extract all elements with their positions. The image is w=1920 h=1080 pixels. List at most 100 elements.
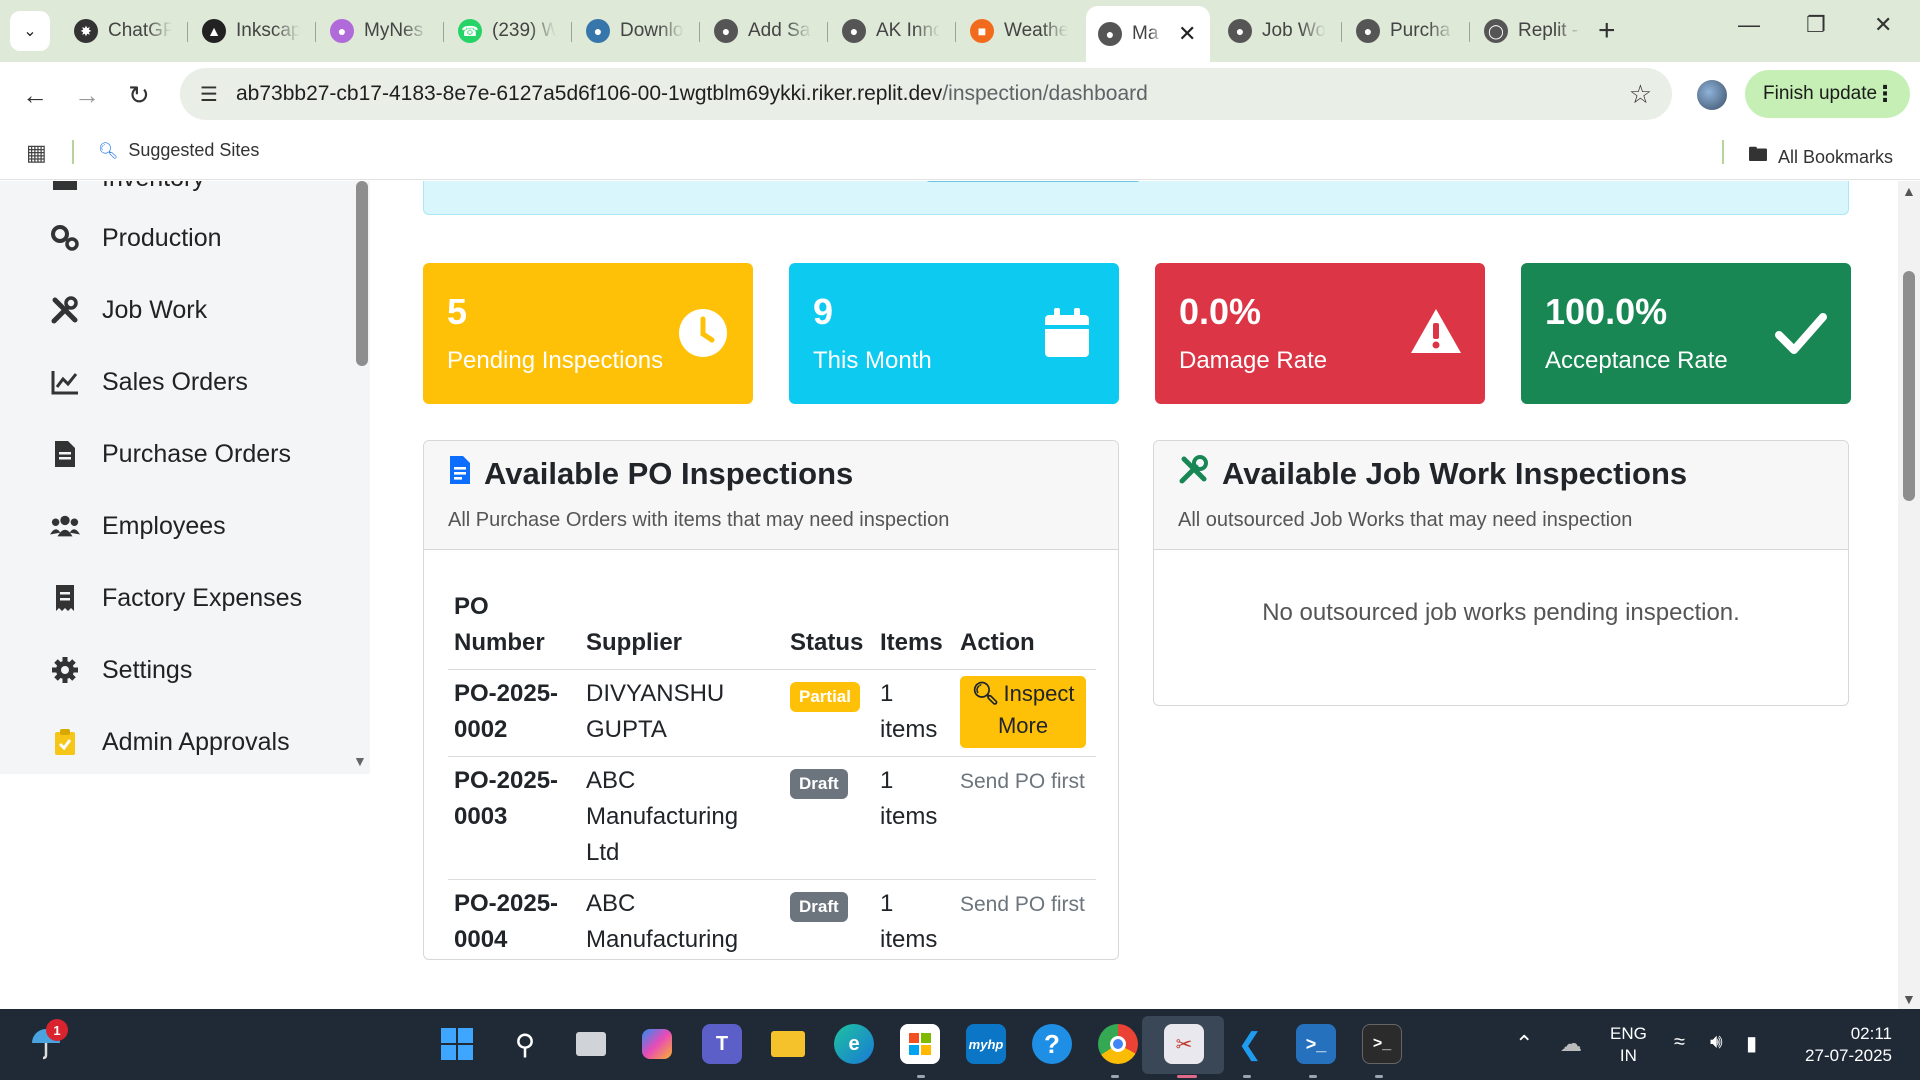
- forward-button[interactable]: →: [74, 80, 100, 111]
- sidebar-item-label: Settings: [102, 655, 193, 684]
- close-window-button[interactable]: ✕: [1874, 12, 1892, 38]
- table-row: PO-2025-0004ABC Manufacturing LtdDraft 1 …: [448, 879, 1096, 959]
- chrome-icon[interactable]: [1098, 1024, 1138, 1064]
- start-button[interactable]: [437, 1024, 477, 1064]
- globe-icon: ●: [714, 19, 738, 43]
- vscode-icon[interactable]: ❮: [1230, 1024, 1270, 1064]
- site-info-icon[interactable]: ☰: [194, 79, 224, 109]
- all-bookmarks-button[interactable]: 🖿︎ All Bookmarks: [1748, 140, 1893, 174]
- alert-action-button[interactable]: [924, 181, 1142, 182]
- new-tab-button[interactable]: +: [1598, 14, 1616, 48]
- search-icon: 🔍︎: [971, 681, 1000, 706]
- browser-tab[interactable]: ● MyNes: [318, 12, 440, 50]
- inspect-word: Inspect: [1003, 681, 1075, 706]
- tab-search-button[interactable]: ⌄: [10, 11, 50, 51]
- browser-tab[interactable]: ◯ Replit -: [1472, 12, 1594, 50]
- po-number-cell: PO-2025-0002: [448, 669, 580, 757]
- action-cell: 🔍︎ Inspect More: [954, 669, 1096, 757]
- tab-title: Add Sa: [748, 20, 811, 41]
- weather-widget[interactable]: 1: [28, 1019, 68, 1065]
- sidebar-item-settings[interactable]: Settings: [50, 655, 192, 685]
- browser-tab[interactable]: ● Ma ✕: [1086, 6, 1210, 62]
- scroll-down-arrow[interactable]: ▼: [1902, 991, 1916, 1007]
- profile-avatar[interactable]: [1697, 80, 1727, 110]
- search-icon[interactable]: ⚲: [505, 1024, 545, 1064]
- language-indicator[interactable]: ENG IN: [1610, 1023, 1647, 1067]
- more-menu-icon[interactable]: ⋮: [1874, 81, 1896, 107]
- browser-tab[interactable]: ● AK Inno: [830, 12, 952, 50]
- loading-icon: ◯: [1484, 19, 1508, 43]
- sidebar-scroll-down-arrow[interactable]: ▼: [353, 753, 367, 769]
- edge-icon[interactable]: e: [834, 1024, 874, 1064]
- sidebar-item-admin-approvals[interactable]: Admin Approvals: [50, 727, 290, 757]
- page-scrollbar[interactable]: ▲ ▼: [1898, 181, 1920, 1009]
- tab-separator: [443, 22, 444, 42]
- browser-tab[interactable]: ■ Weathe: [958, 12, 1080, 50]
- copilot-icon[interactable]: [637, 1024, 677, 1064]
- help-icon[interactable]: ?: [1032, 1024, 1072, 1064]
- tab-separator: [571, 22, 572, 42]
- browser-tab[interactable]: ☎ (239) W: [446, 12, 568, 50]
- bookmark-suggested-sites[interactable]: 🔍︎ Suggested Sites: [98, 140, 259, 161]
- teams-icon[interactable]: T: [702, 1024, 742, 1064]
- inkscape-icon: ▲: [202, 19, 226, 43]
- terminal-icon[interactable]: >_: [1362, 1024, 1402, 1064]
- action-cell: Send PO first: [954, 756, 1096, 880]
- address-bar[interactable]: ☰ ab73bb27-cb17-4183-8e7e-6127a5d6f106-0…: [180, 68, 1672, 120]
- browser-tab[interactable]: ✸ ChatGPT: [62, 12, 184, 50]
- minimize-button[interactable]: —: [1738, 12, 1760, 38]
- apps-grid-icon[interactable]: ▦: [26, 140, 47, 166]
- onedrive-icon[interactable]: ☁: [1560, 1031, 1582, 1057]
- python-icon: ●: [586, 19, 610, 43]
- myhp-icon[interactable]: myhp: [966, 1024, 1006, 1064]
- page-viewport: Inventory Production Job Work Sales Orders…: [0, 181, 1920, 1009]
- tab-separator: [315, 22, 316, 42]
- bookmark-star-icon[interactable]: ☆: [1629, 79, 1652, 110]
- browser-tab[interactable]: ● Job Wo: [1216, 12, 1338, 50]
- items-cell: 1 items: [874, 669, 954, 757]
- browser-tab[interactable]: ● Downlo: [574, 12, 696, 50]
- inspect-line-1: 🔍︎ Inspect: [972, 678, 1075, 710]
- store-icon[interactable]: [900, 1024, 940, 1064]
- browser-tab[interactable]: ● Purcha: [1344, 12, 1466, 50]
- stat-value: 5: [447, 291, 468, 332]
- show-hidden-icons-chevron[interactable]: ⌃: [1515, 1031, 1533, 1057]
- status-cell: Draft: [784, 879, 874, 959]
- sidebar-item-factory-expenses[interactable]: Factory Expenses: [50, 583, 302, 613]
- page-scroll-thumb[interactable]: [1903, 271, 1915, 501]
- file-explorer-icon[interactable]: [768, 1024, 808, 1064]
- finish-update-button[interactable]: Finish update ⋮: [1745, 70, 1910, 118]
- status-cell: Draft: [784, 756, 874, 880]
- sidebar-item-production[interactable]: Production: [50, 223, 222, 253]
- po-number-cell: PO-2025-0003: [448, 756, 580, 880]
- url-text[interactable]: ab73bb27-cb17-4183-8e7e-6127a5d6f106-00-…: [236, 82, 1148, 106]
- sidebar-scroll-thumb[interactable]: [356, 181, 368, 366]
- back-button[interactable]: ←: [22, 80, 48, 111]
- battery-icon[interactable]: ▮: [1746, 1031, 1757, 1056]
- sidebar-item-sales-orders[interactable]: Sales Orders: [50, 367, 248, 397]
- sidebar-item-job-work[interactable]: Job Work: [50, 295, 207, 325]
- sidebar-item-purchase-orders[interactable]: Purchase Orders: [50, 439, 291, 469]
- tab-separator: [187, 22, 188, 42]
- volume-icon[interactable]: 🔊︎: [1710, 1031, 1723, 1054]
- sidebar-item-employees[interactable]: Employees: [50, 511, 226, 541]
- main-content: 5 Pending Inspections 9 This Month 0.0% Damag…: [372, 181, 1892, 1009]
- store-indicator: [917, 1075, 925, 1078]
- browser-tab[interactable]: ▲ Inkscape: [190, 12, 312, 50]
- tab-separator: [699, 22, 700, 42]
- jw-panel-header: Available Job Work Inspections All outso…: [1154, 441, 1848, 550]
- reload-button[interactable]: ↻: [128, 80, 150, 111]
- inspect-more-button[interactable]: 🔍︎ Inspect More: [960, 676, 1086, 748]
- powershell-icon[interactable]: >_: [1296, 1024, 1336, 1064]
- clock[interactable]: 02:11 27-07-2025: [1796, 1023, 1892, 1067]
- stat-card-this-month: 9 This Month: [789, 263, 1119, 404]
- browser-tab[interactable]: ● Add Sa: [702, 12, 824, 50]
- powershell-indicator: [1309, 1075, 1317, 1078]
- sidebar-item-inventory[interactable]: Inventory: [50, 181, 205, 193]
- close-tab-icon[interactable]: ✕: [1178, 21, 1196, 47]
- restore-button[interactable]: ❐: [1806, 12, 1826, 38]
- wifi-icon[interactable]: ≈: [1674, 1031, 1685, 1054]
- task-view-icon[interactable]: [571, 1024, 611, 1064]
- snipping-tool-icon[interactable]: ✂: [1164, 1024, 1204, 1064]
- scroll-up-arrow[interactable]: ▲: [1902, 183, 1916, 199]
